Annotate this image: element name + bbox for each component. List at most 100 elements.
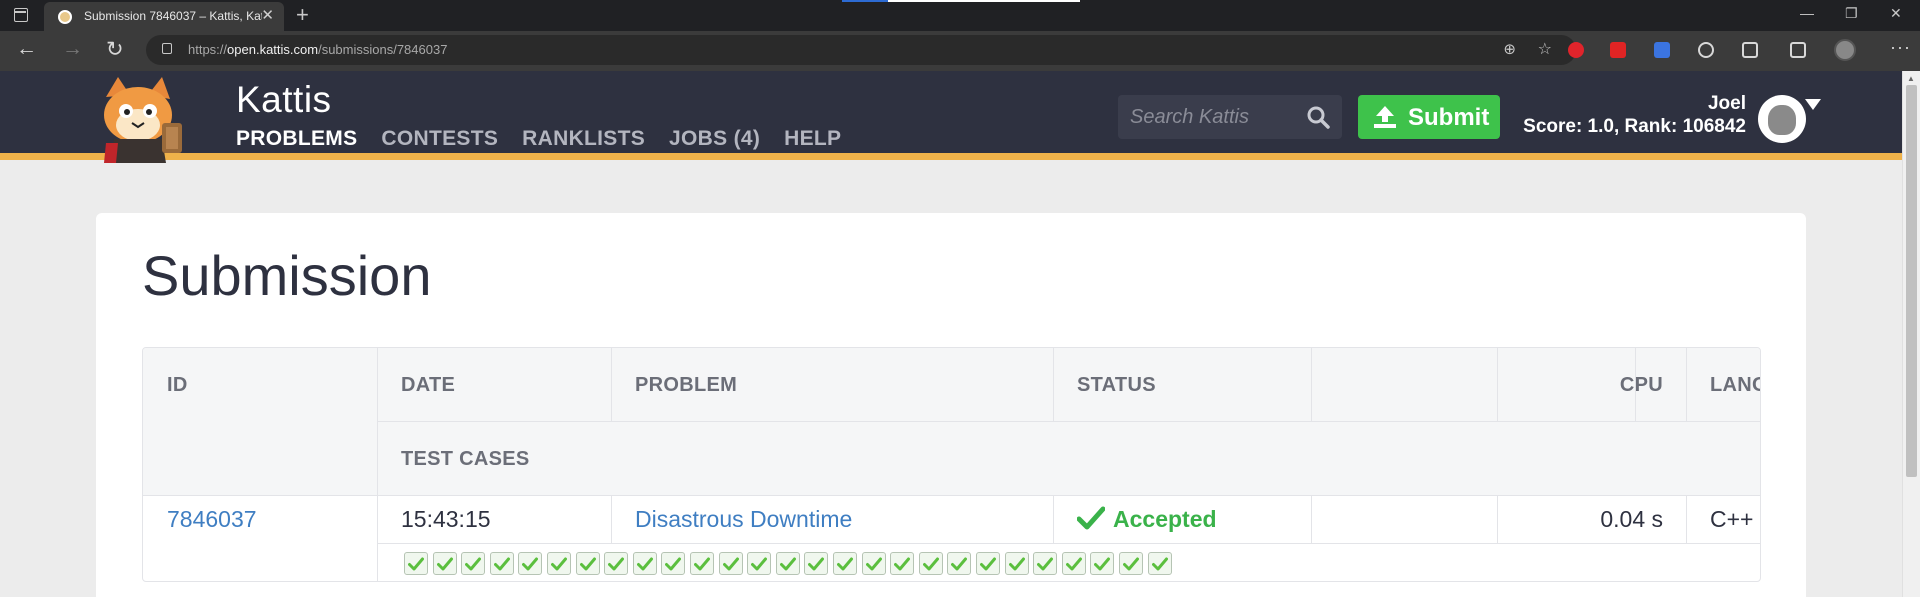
test-case-box[interactable]: [918, 552, 943, 575]
kattis-mascot-logo[interactable]: [96, 77, 192, 163]
test-case-box[interactable]: [833, 552, 857, 575]
check-icon: [808, 557, 825, 570]
nav-contests[interactable]: CONTESTS: [381, 127, 498, 151]
test-case-box[interactable]: [432, 552, 457, 575]
test-case-box[interactable]: [976, 552, 1000, 575]
col-header-cpu: CPU: [1619, 374, 1663, 396]
test-case-box[interactable]: [1147, 552, 1172, 575]
lock-icon: [162, 43, 172, 54]
user-avatar[interactable]: [1758, 95, 1806, 143]
col-divider: [1311, 348, 1312, 421]
col-header-id: ID: [167, 374, 188, 396]
user-name: Joel: [1707, 93, 1746, 114]
row-divider: [377, 543, 1760, 544]
url-text: https://open.kattis.com/submissions/7846…: [188, 42, 447, 57]
test-case-box[interactable]: [575, 552, 600, 575]
user-menu-caret-icon[interactable]: [1805, 99, 1821, 110]
test-case-box[interactable]: [804, 552, 829, 575]
test-case-box[interactable]: [632, 552, 657, 575]
col-divider: [1311, 495, 1312, 543]
test-case-box[interactable]: [775, 552, 800, 575]
test-case-box[interactable]: [1033, 552, 1058, 575]
test-case-box[interactable]: [604, 552, 629, 575]
user-info[interactable]: Joel Score: 1.0, Rank: 106842: [1523, 93, 1746, 138]
test-case-box[interactable]: [1090, 552, 1115, 575]
site-header: Kattis PROBLEMS CONTESTS RANKLISTS JOBS …: [0, 71, 1902, 163]
url-field[interactable]: https://open.kattis.com/submissions/7846…: [146, 35, 1576, 65]
test-case-box[interactable]: [947, 552, 972, 575]
problem-link[interactable]: Disastrous Downtime: [635, 506, 852, 533]
test-case-box[interactable]: [461, 552, 486, 575]
check-icon: [837, 557, 853, 570]
check-icon: [408, 557, 424, 570]
search-input[interactable]: Search Kattis: [1118, 95, 1342, 139]
submit-label: Submit: [1408, 104, 1490, 131]
nav-jobs[interactable]: JOBS (4): [669, 127, 760, 151]
page-scrollbar[interactable]: ▲: [1902, 71, 1920, 597]
test-case-box[interactable]: [518, 552, 543, 575]
translate-extension-icon[interactable]: [1654, 42, 1670, 58]
nav-ranklists[interactable]: RANKLISTS: [522, 127, 645, 151]
test-case-box[interactable]: [1004, 552, 1029, 575]
favorite-star-icon[interactable]: ☆: [1538, 39, 1552, 59]
zoom-icon[interactable]: ⊕: [1503, 40, 1516, 58]
check-icon: [1008, 557, 1025, 570]
sidebar-toggle-icon[interactable]: [14, 8, 28, 22]
minimize-icon[interactable]: —: [1800, 5, 1814, 21]
check-icon: [951, 557, 968, 570]
check-icon: [579, 557, 596, 570]
adblock-extension-icon[interactable]: [1568, 42, 1584, 58]
search-icon[interactable]: [1306, 105, 1330, 129]
window-close-icon[interactable]: ✕: [1890, 5, 1902, 22]
back-icon[interactable]: ←: [16, 37, 37, 61]
restore-icon[interactable]: ❐: [1845, 5, 1858, 22]
col-divider: [377, 348, 378, 581]
reload-icon[interactable]: ↻: [106, 37, 124, 62]
test-case-box[interactable]: [890, 552, 915, 575]
check-icon: [865, 557, 882, 570]
react-devtools-icon[interactable]: [1698, 42, 1714, 58]
test-case-box[interactable]: [661, 552, 686, 575]
test-case-box[interactable]: [718, 552, 743, 575]
browser-profile-avatar[interactable]: [1834, 39, 1856, 61]
col-divider: [611, 348, 612, 421]
check-icon: [980, 557, 996, 570]
collections-icon[interactable]: [1790, 42, 1806, 58]
extensions-puzzle-icon[interactable]: [1742, 42, 1758, 58]
tab-close-icon[interactable]: ✕: [261, 6, 274, 24]
browser-menu-icon[interactable]: ···: [1890, 37, 1911, 58]
forward-icon[interactable]: →: [62, 37, 83, 61]
test-case-box[interactable]: [1061, 552, 1086, 575]
col-header-problem: PROBLEM: [635, 374, 738, 396]
site-brand[interactable]: Kattis: [236, 79, 332, 121]
nav-problems[interactable]: PROBLEMS: [236, 127, 357, 151]
test-case-box[interactable]: [747, 552, 772, 575]
test-case-box[interactable]: [489, 552, 514, 575]
col-divider: [1053, 495, 1054, 543]
submit-button[interactable]: Submit: [1358, 95, 1500, 139]
red-extension-icon[interactable]: [1610, 42, 1626, 58]
browser-tab[interactable]: Submission 7846037 – Kattis, Kattis ✕: [44, 2, 284, 31]
test-case-box[interactable]: [1119, 552, 1143, 575]
test-case-box[interactable]: [404, 552, 428, 575]
test-case-box[interactable]: [861, 552, 886, 575]
check-icon: [522, 557, 539, 570]
cpu-time: 0.04 s: [1600, 506, 1663, 532]
main-nav: PROBLEMS CONTESTS RANKLISTS JOBS (4) HEL…: [236, 127, 865, 151]
scroll-up-icon[interactable]: ▲: [1907, 74, 1915, 83]
nav-help[interactable]: HELP: [784, 127, 841, 151]
col-header-date: DATE: [401, 374, 456, 396]
submission-id-link[interactable]: 7846037: [167, 506, 257, 533]
submission-table: ID DATE PROBLEM STATUS CPU LANG TEST CAS…: [142, 347, 1761, 582]
header-divider: [377, 421, 1760, 422]
col-header-lang: LANG: [1710, 374, 1760, 396]
check-icon: [779, 557, 796, 570]
check-icon: [694, 557, 710, 570]
test-case-box[interactable]: [690, 552, 714, 575]
tab-strip-highlight-accent: [842, 0, 888, 2]
col-divider: [611, 495, 612, 543]
test-case-box[interactable]: [547, 552, 571, 575]
col-header-test-cases: TEST CASES: [401, 448, 530, 470]
new-tab-icon[interactable]: +: [296, 2, 309, 28]
scrollbar-thumb[interactable]: [1906, 85, 1917, 477]
